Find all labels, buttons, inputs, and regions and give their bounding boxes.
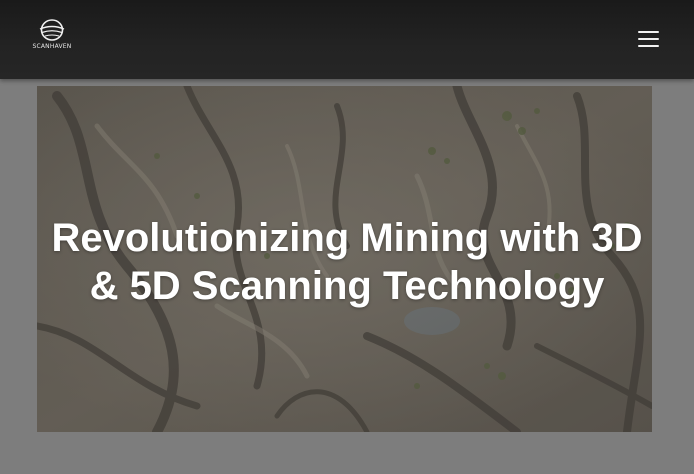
menu-bar (638, 31, 659, 33)
logo-text: SCANHAVEN (32, 43, 72, 50)
site-header: SCANHAVEN (0, 0, 694, 79)
page: SCANHAVEN Revolutionizing Mining with 3D… (0, 0, 694, 474)
hero-title: Revolutionizing Mining with 3D & 5D Scan… (0, 214, 694, 310)
menu-bar (638, 45, 659, 47)
menu-bar (638, 38, 659, 40)
scanhaven-logo-icon (39, 19, 65, 41)
hero-title-line-2: & 5D Scanning Technology (89, 264, 605, 308)
logo-link[interactable]: SCANHAVEN (31, 18, 73, 52)
hero-title-line-1: Revolutionizing Mining with 3D (51, 216, 643, 260)
hamburger-menu-icon[interactable] (636, 27, 662, 51)
